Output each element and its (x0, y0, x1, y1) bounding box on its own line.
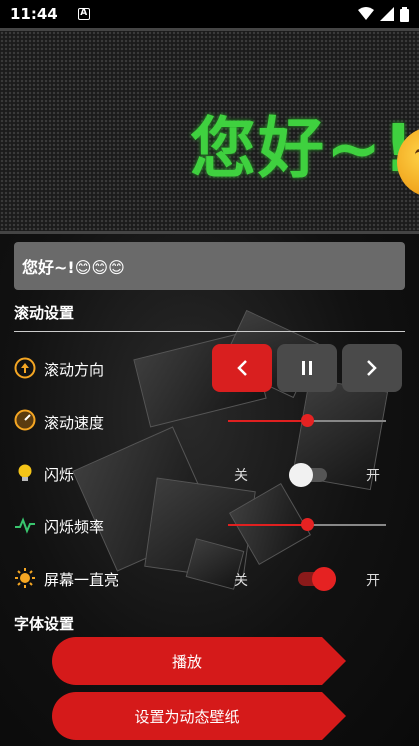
scroll-direction-label: 滚动方向 (44, 361, 105, 379)
chevron-right-icon (367, 360, 377, 376)
blink-frequency-slider[interactable] (228, 518, 386, 531)
section-divider (14, 331, 405, 332)
pause-icon (302, 361, 312, 375)
blink-on-label: 开 (366, 468, 380, 484)
screen-always-on-toggle[interactable] (298, 567, 336, 591)
lightbulb-icon (18, 464, 32, 481)
blink-toggle[interactable] (289, 463, 327, 487)
text-input-value: 您好~!😊😊😊 (22, 258, 125, 277)
screen-always-on-label: 屏幕一直亮 (44, 571, 120, 589)
arrow-up-circle-icon (14, 357, 36, 379)
led-scrolling-text: 您好~! (190, 110, 416, 187)
toggle-thumb (312, 567, 336, 591)
slider-fill (228, 420, 307, 422)
sun-icon (15, 568, 35, 588)
slider-knob[interactable] (301, 414, 314, 427)
scroll-left-button[interactable] (212, 344, 272, 392)
screen-on-on-label: 开 (366, 573, 380, 589)
waveform-icon (15, 517, 35, 534)
blink-frequency-label: 闪烁频率 (44, 518, 105, 536)
settings-panel: 您好~!😊😊😊 滚动设置 滚动方向 滚动速度 闪烁 关 开 闪烁频率 屏幕一直亮… (0, 234, 419, 746)
status-time: 11:44 (10, 5, 58, 23)
scroll-right-button[interactable] (342, 344, 402, 392)
set-wallpaper-button[interactable]: 设置为动态壁纸 (52, 692, 346, 740)
slider-fill (228, 524, 307, 526)
speedometer-icon (14, 409, 36, 431)
chevron-left-icon (237, 360, 247, 376)
toggle-track (298, 567, 336, 591)
wifi-icon (358, 7, 374, 20)
toggle-track (289, 463, 327, 487)
blink-label: 闪烁 (44, 466, 75, 484)
led-preview[interactable]: 您好~! (0, 28, 419, 234)
text-input[interactable]: 您好~!😊😊😊 (14, 242, 405, 290)
status-bar: 11:44 A (0, 0, 419, 28)
scroll-pause-button[interactable] (277, 344, 337, 392)
screen-on-off-label: 关 (234, 573, 248, 589)
font-settings-title: 字体设置 (14, 615, 75, 633)
notification-a-icon: A (77, 8, 90, 20)
scroll-settings-title: 滚动设置 (14, 304, 75, 322)
toggle-thumb (289, 463, 313, 487)
blink-off-label: 关 (234, 468, 248, 484)
scroll-speed-label: 滚动速度 (44, 414, 105, 432)
play-button[interactable]: 播放 (52, 637, 346, 685)
battery-icon (400, 6, 409, 22)
signal-icon (380, 7, 394, 21)
slider-knob[interactable] (301, 518, 314, 531)
scroll-speed-slider[interactable] (228, 414, 386, 427)
